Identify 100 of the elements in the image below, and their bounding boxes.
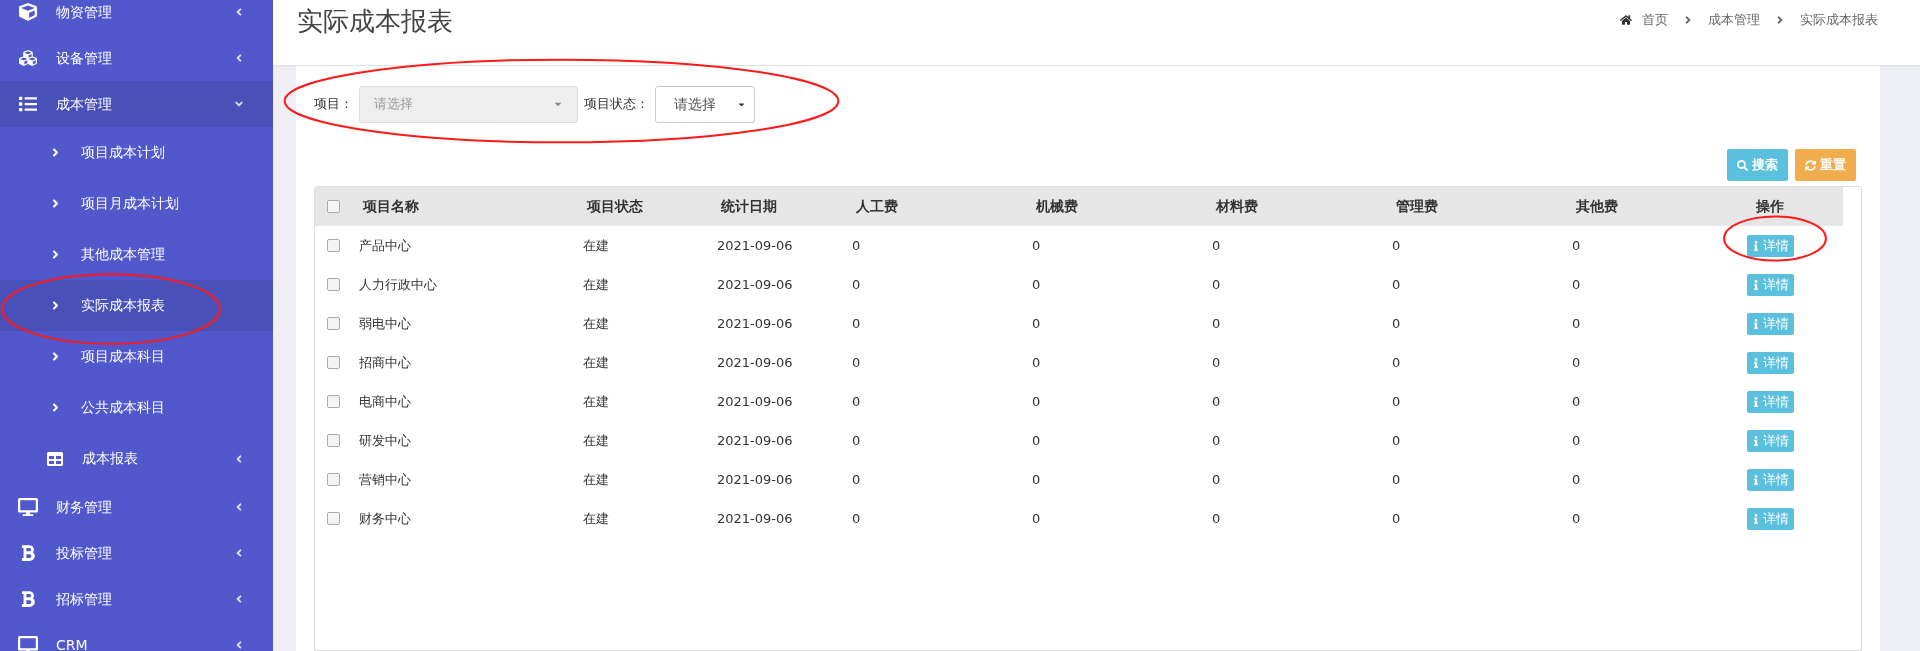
table-cell: 0 — [1572, 432, 1581, 448]
chevron-right-icon — [1776, 13, 1784, 26]
sidebar-subitem[interactable]: 项目成本科目 — [0, 331, 273, 382]
checkbox[interactable] — [326, 278, 340, 291]
sidebar-item[interactable]: 财务管理 — [0, 484, 273, 530]
table-cell: 0 — [852, 510, 861, 526]
checkbox[interactable] — [326, 434, 340, 447]
checkbox[interactable] — [326, 512, 340, 525]
info-icon — [1751, 279, 1760, 290]
table-cell: 0 — [1212, 237, 1221, 253]
info-icon — [1751, 435, 1760, 446]
table-cell: 2021-09-06 — [717, 393, 793, 409]
column-header: 管理费 — [1396, 198, 1438, 214]
column-header: 材料费 — [1216, 198, 1258, 214]
status-select[interactable]: 请选择 — [655, 85, 755, 123]
home-icon — [1620, 13, 1632, 26]
table-cell: 0 — [1212, 432, 1221, 448]
table-cell: 0 — [1572, 393, 1581, 409]
page-title: 实际成本报表 — [297, 5, 453, 38]
table-cell: 0 — [1032, 276, 1041, 292]
checkbox[interactable] — [326, 239, 340, 252]
table-cell: 0 — [852, 432, 861, 448]
table-cell: 0 — [852, 471, 861, 487]
checkbox[interactable] — [326, 356, 340, 369]
table-cell: 0 — [852, 315, 861, 331]
table-cell: 在建 — [583, 315, 609, 331]
table-cell: 招商中心 — [359, 354, 411, 370]
sidebar-item[interactable]: 投标管理 — [0, 530, 273, 576]
table-cell: 0 — [1212, 393, 1221, 409]
table-cell: 0 — [1572, 276, 1581, 292]
table-cell: 0 — [1392, 510, 1401, 526]
table-cell: 0 — [1032, 510, 1041, 526]
table-cell: 2021-09-06 — [717, 471, 793, 487]
sidebar-item[interactable]: 招标管理 — [0, 576, 273, 622]
table-cell: 0 — [1572, 354, 1581, 370]
table-cell: 2021-09-06 — [717, 432, 793, 448]
info-icon — [1751, 357, 1760, 368]
table-cell: 2021-09-06 — [717, 510, 793, 526]
table-cell: 0 — [1212, 315, 1221, 331]
table-cell: 弱电中心 — [359, 315, 411, 331]
breadcrumb-link[interactable]: 首页 — [1642, 10, 1668, 30]
table-cell: 在建 — [583, 393, 609, 409]
table-cell: 在建 — [583, 237, 609, 253]
table-cell: 0 — [1212, 471, 1221, 487]
sidebar-subitem[interactable]: 实际成本报表 — [0, 280, 273, 331]
list-icon — [18, 95, 38, 113]
table-cell: 0 — [1392, 237, 1401, 253]
checkbox[interactable] — [326, 317, 340, 330]
chevron-right-icon — [50, 248, 61, 261]
info-icon — [1751, 513, 1760, 524]
table-cell: 0 — [852, 393, 861, 409]
table-cell: 0 — [1392, 471, 1401, 487]
chevron-right-icon — [50, 350, 61, 363]
table-cell: 0 — [852, 237, 861, 253]
column-header: 机械费 — [1036, 198, 1078, 214]
sidebar-subitem[interactable]: 项目月成本计划 — [0, 178, 273, 229]
column-header: 人工费 — [856, 198, 898, 214]
table-cell: 0 — [1392, 393, 1401, 409]
table-cell: 0 — [1392, 276, 1401, 292]
chevron-right-icon — [1684, 13, 1692, 26]
column-header: 项目名称 — [363, 198, 419, 214]
column-header: 项目状态 — [587, 198, 643, 214]
search-icon — [1737, 159, 1748, 171]
sidebar-item[interactable]: 设备管理 — [0, 35, 273, 81]
table-cell: 在建 — [583, 432, 609, 448]
sidebar-subitem[interactable]: 项目成本计划 — [0, 127, 273, 178]
table-cell: 0 — [1392, 432, 1401, 448]
table-cell: 在建 — [583, 276, 609, 292]
table-cell: 0 — [1212, 510, 1221, 526]
table-cell: 产品中心 — [359, 237, 411, 253]
checkbox[interactable] — [326, 395, 340, 408]
sidebar-subitem[interactable]: 公共成本科目 — [0, 382, 273, 433]
sidebar-subitem[interactable]: 其他成本管理 — [0, 229, 273, 280]
refresh-icon — [1805, 159, 1816, 171]
chevron-right-icon — [50, 299, 61, 312]
table-cell: 0 — [1032, 315, 1041, 331]
chevron-right-icon — [50, 197, 61, 210]
table-cell: 0 — [1572, 510, 1581, 526]
table-cell: 在建 — [583, 471, 609, 487]
column-header: 操作 — [1756, 198, 1784, 214]
table-cell: 2021-09-06 — [717, 354, 793, 370]
sidebar-item[interactable]: 物资管理 — [0, 0, 273, 35]
table-cell: 0 — [1572, 315, 1581, 331]
info-icon — [1751, 240, 1760, 251]
table-cell: 0 — [1392, 315, 1401, 331]
sidebar-item[interactable]: CRM — [0, 622, 273, 651]
table-cell: 0 — [1032, 354, 1041, 370]
chevron-right-icon — [50, 401, 61, 414]
info-icon — [1751, 474, 1760, 485]
table-cell: 2021-09-06 — [717, 315, 793, 331]
column-header: 统计日期 — [721, 198, 777, 214]
table-cell: 2021-09-06 — [717, 237, 793, 253]
table-cell: 0 — [1032, 471, 1041, 487]
table-cell: 财务中心 — [359, 510, 411, 526]
sidebar-subitem[interactable]: 成本报表 — [0, 433, 273, 484]
breadcrumb-link[interactable]: 成本管理 — [1708, 10, 1760, 30]
chevron-right-icon — [50, 146, 61, 159]
checkbox[interactable] — [326, 200, 340, 213]
table-cell: 0 — [852, 276, 861, 292]
checkbox[interactable] — [326, 473, 340, 486]
